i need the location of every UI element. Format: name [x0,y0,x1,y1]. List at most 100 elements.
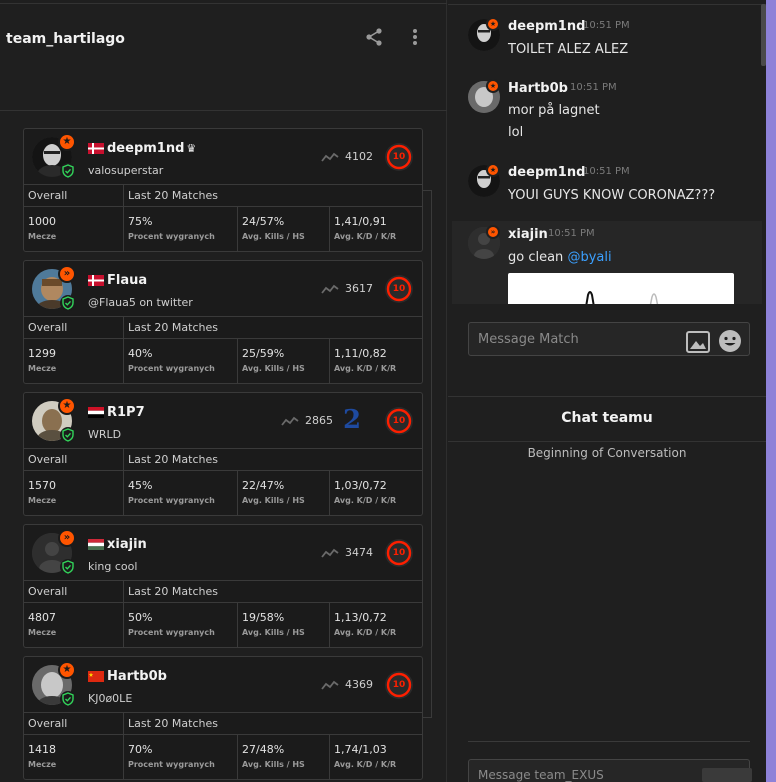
elo-trend-icon [321,284,339,294]
stats-row: 4807 Mecze 50% Procent wygranych 19/58% Avg… [24,603,422,647]
match-chat-messages[interactable]: ★ deepm1nd 10:51 PM TOILET ALEZ ALEZ ★ H… [448,4,766,304]
stats-row: 1299 Mecze 40% Procent wygranych 25/59% Avg… [24,339,422,383]
player-name[interactable]: R1P7 [107,405,145,420]
skill-level-badge: 10 [385,539,413,567]
player-card[interactable]: ★ Hartb0b KJ0ø0LE 4369 10 Overall Last 2… [23,656,423,780]
stat-winrate: 45% Procent wygranych [128,479,215,505]
message-text: mor på lagnet [508,103,600,118]
more-options-icon[interactable] [409,26,421,48]
player-name[interactable]: Flaua [107,273,147,288]
player-name[interactable]: deepm1nd ♛ [107,141,196,156]
player-card[interactable]: ★ R1P7 WRLD 2865 2 10 Overall Last 20 Ma… [23,392,423,516]
last20-header: Last 20 Matches [128,453,218,466]
last20-header: Last 20 Matches [128,717,218,730]
elo-value: 3474 [345,546,373,559]
chevron-rank-badge-icon: » [58,529,76,547]
stat-kills: 22/47% Avg. Kills / HS [242,479,305,505]
stats-header: Overall Last 20 Matches [24,581,422,603]
elo-value: 3617 [345,282,373,295]
message-text: lol [508,125,524,140]
stat-kills: 25/59% Avg. Kills / HS [242,347,305,373]
player-tagline: valosuperstar [88,164,164,177]
player-name[interactable]: xiajin [107,537,147,552]
elo-value: 4369 [345,678,373,691]
stats-header: Overall Last 20 Matches [24,713,422,735]
message-text: TOILET ALEZ ALEZ [508,42,629,57]
flag-denmark-icon [88,143,104,154]
message-time: 10:51 PM [583,166,630,177]
message-author[interactable]: Hartb0b [508,81,568,96]
elo-trend-icon [321,548,339,558]
message-author[interactable]: deepm1nd [508,19,585,34]
skill-level-badge: 10 [385,407,413,435]
shield-check-icon [60,163,76,179]
last20-header: Last 20 Matches [128,585,218,598]
elo-value: 4102 [345,150,373,163]
conversation-start-label: Beginning of Conversation [527,446,687,460]
crown-icon: ♛ [186,142,197,155]
player-card-header: ★ Hartb0b KJ0ø0LE 4369 10 [24,657,422,713]
player-card[interactable]: » xiajin king cool 3474 10 Overall Last … [23,524,423,648]
overall-header: Overall [28,453,68,466]
team-header: team_hartilago [0,4,447,111]
player-card-header: ★ deepm1nd ♛ valosuperstar 4102 10 [24,129,422,185]
star-badge-icon: ★ [486,17,500,31]
side-strip [766,0,776,782]
stat-kd: 1,03/0,72 Avg. K/D / K/R [334,479,397,505]
stat-matches: 1299 Mecze [28,347,57,373]
player-card-header: » xiajin king cool 3474 10 [24,525,422,581]
app-root: team_hartilago ★ deepm1nd ♛ valosuperstar [0,0,776,782]
shield-check-icon [60,427,76,443]
share-icon[interactable] [364,27,384,47]
skill-level-value: 10 [392,548,406,558]
divider [448,441,766,442]
stat-winrate: 75% Procent wygranych [128,215,215,241]
emoji-icon[interactable] [718,329,742,353]
divider [448,396,766,397]
stat-winrate: 70% Procent wygranych [128,743,215,769]
elo-value: 2865 [305,414,333,427]
message-author[interactable]: deepm1nd [508,165,585,180]
chat-panel: ★ deepm1nd 10:51 PM TOILET ALEZ ALEZ ★ H… [448,0,766,782]
stat-winrate: 50% Procent wygranych [128,611,215,637]
shield-check-icon [60,691,76,707]
stats-header: Overall Last 20 Matches [24,449,422,471]
player-card[interactable]: ★ deepm1nd ♛ valosuperstar 4102 10 Overal… [23,128,423,252]
star-badge-icon: ★ [486,79,500,93]
team-name: team_hartilago [6,31,125,47]
player-card[interactable]: » Flaua @Flaua5 on twitter 3617 10 Overa… [23,260,423,384]
image-upload-icon[interactable] [686,330,710,354]
mention-link[interactable]: @byali [567,250,611,265]
player-name[interactable]: Hartb0b [107,669,167,684]
message-author[interactable]: xiajin [508,227,548,242]
last20-header: Last 20 Matches [128,321,218,334]
player-tagline: WRLD [88,428,122,441]
message-time: 10:51 PM [548,228,595,239]
stat-matches: 1570 Mecze [28,479,57,505]
star-badge-icon: ★ [58,133,76,151]
team-chat-title: Chat teamu [561,410,653,426]
flag-hungary-icon [88,539,104,550]
player-card-header: » Flaua @Flaua5 on twitter 3617 10 [24,261,422,317]
stat-kills: 24/57% Avg. Kills / HS [242,215,305,241]
overall-header: Overall [28,189,68,202]
player-card-header: ★ R1P7 WRLD 2865 2 10 [24,393,422,449]
stat-matches: 4807 Mecze [28,611,57,637]
message-time: 10:51 PM [570,82,617,93]
stat-kills: 19/58% Avg. Kills / HS [242,611,305,637]
message-time: 10:51 PM [583,20,630,31]
elo-trend-icon [321,680,339,690]
stat-winrate: 40% Procent wygranych [128,347,215,373]
stats-row: 1570 Mecze 45% Procent wygranych 22/47% Avg… [24,471,422,515]
last20-header: Last 20 Matches [128,189,218,202]
star-badge-icon: ★ [486,163,500,177]
message-text: YOUI GUYS KNOW CORONAZ??? [508,188,716,203]
attached-image[interactable] [508,273,734,304]
skill-level-value: 10 [392,680,406,690]
shield-check-icon [60,559,76,575]
stats-row: 1000 Mecze 75% Procent wygranych 24/57% Avg… [24,207,422,251]
player-tagline: KJ0ø0LE [88,692,133,705]
flag-egypt-icon [88,407,104,418]
player-tagline: @Flaua5 on twitter [88,296,193,309]
skill-level-badge: 10 [385,671,413,699]
